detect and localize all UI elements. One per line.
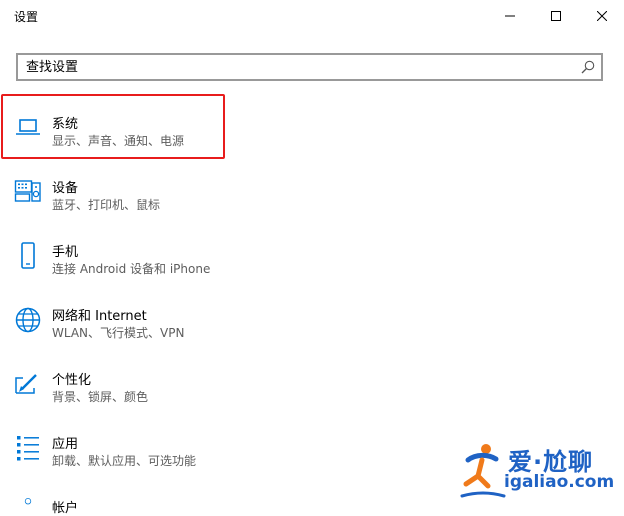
keyboard-speaker-icon [14,180,41,202]
search-icon[interactable] [581,60,595,74]
category-personalization[interactable]: 个性化 背景、锁屏、颜色 [0,369,624,429]
minimize-button[interactable] [487,0,533,32]
close-icon [597,11,607,21]
title-bar: 设置 [0,0,624,32]
close-button[interactable] [579,0,624,32]
category-title: 设备 [52,181,79,196]
watermark-url-text: igaliao.com [504,472,615,492]
apps-list-icon [17,436,39,461]
category-title: 个性化 [52,373,92,388]
category-phone[interactable]: 手机 连接 Android 设备和 iPhone [0,241,624,301]
search-box[interactable] [16,53,603,81]
category-description: WLAN、飞行模式、VPN [52,326,185,340]
maximize-icon [551,11,561,21]
category-network[interactable]: 网络和 Internet WLAN、飞行模式、VPN [0,305,624,365]
globe-icon [15,307,41,333]
watermark: 爱·尬聊 igaliao.com [458,438,618,500]
maximize-button[interactable] [533,0,579,32]
window-title: 设置 [14,10,39,24]
category-title: 网络和 Internet [52,309,147,324]
category-description: 蓝牙、打印机、鼠标 [52,198,161,212]
runner-logo-icon [460,444,506,498]
category-devices[interactable]: 设备 蓝牙、打印机、鼠标 [0,177,624,237]
minimize-icon [505,15,515,17]
category-description: 卸载、默认应用、可选功能 [52,454,197,468]
category-title: 帐户 [52,501,79,516]
category-description: 背景、锁屏、颜色 [52,390,149,404]
phone-icon [21,242,35,269]
person-icon [24,498,32,505]
paint-brush-icon [15,374,37,394]
highlight-annotation [1,94,225,159]
category-description: 连接 Android 设备和 iPhone [52,262,211,276]
category-title: 手机 [52,245,79,260]
search-input[interactable] [26,58,566,76]
category-title: 应用 [52,437,79,452]
